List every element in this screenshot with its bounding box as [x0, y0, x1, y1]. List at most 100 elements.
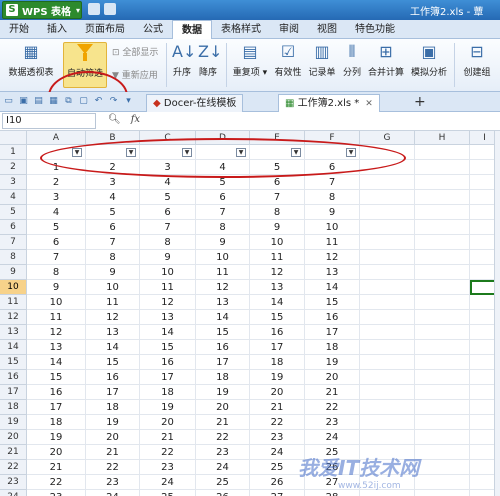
- tab-review[interactable]: 审阅: [270, 20, 308, 39]
- cell[interactable]: 6: [196, 190, 250, 205]
- cell[interactable]: 8: [305, 190, 360, 205]
- cell[interactable]: [415, 475, 470, 490]
- cell[interactable]: 7: [140, 220, 196, 235]
- row-header[interactable]: 10: [0, 280, 27, 295]
- cell[interactable]: 11: [196, 265, 250, 280]
- cell[interactable]: 18: [250, 355, 305, 370]
- row-header[interactable]: 17: [0, 385, 27, 400]
- cell[interactable]: 19: [140, 400, 196, 415]
- cell[interactable]: 7: [250, 190, 305, 205]
- cell[interactable]: 12: [27, 325, 86, 340]
- cell[interactable]: [415, 445, 470, 460]
- cell[interactable]: 7: [86, 235, 140, 250]
- select-all-corner[interactable]: [0, 131, 27, 145]
- cell[interactable]: 21: [86, 445, 140, 460]
- tab-formulas[interactable]: 公式: [134, 20, 172, 39]
- cell[interactable]: 14: [250, 295, 305, 310]
- row-header[interactable]: 13: [0, 325, 27, 340]
- cell[interactable]: 24: [250, 445, 305, 460]
- cell[interactable]: 21: [27, 460, 86, 475]
- tab-insert[interactable]: 插入: [38, 20, 76, 39]
- cell[interactable]: [360, 400, 415, 415]
- duplicates-button[interactable]: ▤ 重复项 ▾: [230, 42, 270, 88]
- record-form-button[interactable]: ▥ 记录单: [306, 42, 338, 88]
- row-header[interactable]: 15: [0, 355, 27, 370]
- cell[interactable]: [360, 340, 415, 355]
- cell[interactable]: 5: [140, 190, 196, 205]
- cell[interactable]: [415, 280, 470, 295]
- cell[interactable]: [415, 370, 470, 385]
- cell[interactable]: 5: [27, 220, 86, 235]
- cell[interactable]: 22: [140, 445, 196, 460]
- split-columns-button[interactable]: ⫴ 分列: [340, 42, 364, 88]
- cell[interactable]: 8: [196, 220, 250, 235]
- consolidate-button[interactable]: ⊞ 合并计算: [366, 42, 406, 88]
- doc-tab-workbook[interactable]: ▦ 工作簿2.xls * ✕: [278, 94, 380, 112]
- cell[interactable]: 9: [250, 220, 305, 235]
- cell[interactable]: 21: [196, 415, 250, 430]
- cell[interactable]: 8: [140, 235, 196, 250]
- cell[interactable]: 7: [27, 250, 86, 265]
- sort-ascending-button[interactable]: A↓ 升序: [170, 42, 196, 88]
- cell[interactable]: 12: [305, 250, 360, 265]
- tab-view[interactable]: 视图: [308, 20, 346, 39]
- cell[interactable]: 23: [250, 430, 305, 445]
- cell[interactable]: 10: [250, 235, 305, 250]
- cell[interactable]: 8: [86, 250, 140, 265]
- cell[interactable]: [360, 370, 415, 385]
- close-icon[interactable]: ✕: [365, 99, 373, 109]
- cell[interactable]: [360, 310, 415, 325]
- cell[interactable]: [415, 190, 470, 205]
- cell[interactable]: 25: [140, 490, 196, 496]
- cell[interactable]: [360, 175, 415, 190]
- row-header[interactable]: 24: [0, 490, 27, 496]
- cell[interactable]: [415, 160, 470, 175]
- cell[interactable]: 20: [305, 370, 360, 385]
- cell[interactable]: 23: [86, 475, 140, 490]
- cell[interactable]: 17: [27, 400, 86, 415]
- cell[interactable]: 9: [27, 280, 86, 295]
- row-header[interactable]: 2: [0, 160, 27, 175]
- row-header[interactable]: 14: [0, 340, 27, 355]
- cell[interactable]: [360, 265, 415, 280]
- cell[interactable]: 24: [86, 490, 140, 496]
- cell[interactable]: 16: [250, 325, 305, 340]
- cell[interactable]: 14: [196, 310, 250, 325]
- cell[interactable]: 12: [140, 295, 196, 310]
- cell[interactable]: 3: [86, 175, 140, 190]
- tab-table-style[interactable]: 表格样式: [212, 20, 270, 39]
- function-button[interactable]: fx: [131, 114, 140, 125]
- row-header[interactable]: 16: [0, 370, 27, 385]
- cell[interactable]: 13: [250, 280, 305, 295]
- cell[interactable]: 13: [27, 340, 86, 355]
- cell[interactable]: [415, 415, 470, 430]
- row-header[interactable]: 7: [0, 235, 27, 250]
- cell[interactable]: 23: [196, 445, 250, 460]
- cell[interactable]: 16: [140, 355, 196, 370]
- cell[interactable]: [360, 250, 415, 265]
- cell[interactable]: 21: [140, 430, 196, 445]
- cell[interactable]: 23: [27, 490, 86, 496]
- tab-data[interactable]: 数据: [172, 20, 212, 39]
- cell[interactable]: 4: [86, 190, 140, 205]
- row-header[interactable]: 1: [0, 145, 27, 160]
- cell[interactable]: 10: [196, 250, 250, 265]
- name-box[interactable]: I10: [2, 113, 96, 129]
- spreadsheet-grid[interactable]: A B C D E F G H I 1 ▼ ▼ ▼ ▼ ▼ ▼ 2 1 2 3 4 5 6 3 2 3 4 5 6 7 4 3 4 5 6 7 8 5 4 5…: [0, 131, 500, 496]
- create-group-button[interactable]: ⊟ 创建组: [458, 42, 496, 88]
- cell[interactable]: [360, 280, 415, 295]
- cell[interactable]: [415, 490, 470, 496]
- cell[interactable]: 9: [140, 250, 196, 265]
- cell[interactable]: 17: [305, 325, 360, 340]
- cell[interactable]: [415, 385, 470, 400]
- cell[interactable]: 10: [27, 295, 86, 310]
- cell[interactable]: 22: [305, 400, 360, 415]
- cell[interactable]: 18: [140, 385, 196, 400]
- cell[interactable]: 11: [140, 280, 196, 295]
- row-header[interactable]: 22: [0, 460, 27, 475]
- row-header[interactable]: 9: [0, 265, 27, 280]
- cell[interactable]: 24: [196, 460, 250, 475]
- cell[interactable]: [415, 295, 470, 310]
- tab-page-layout[interactable]: 页面布局: [76, 20, 134, 39]
- row-header[interactable]: 3: [0, 175, 27, 190]
